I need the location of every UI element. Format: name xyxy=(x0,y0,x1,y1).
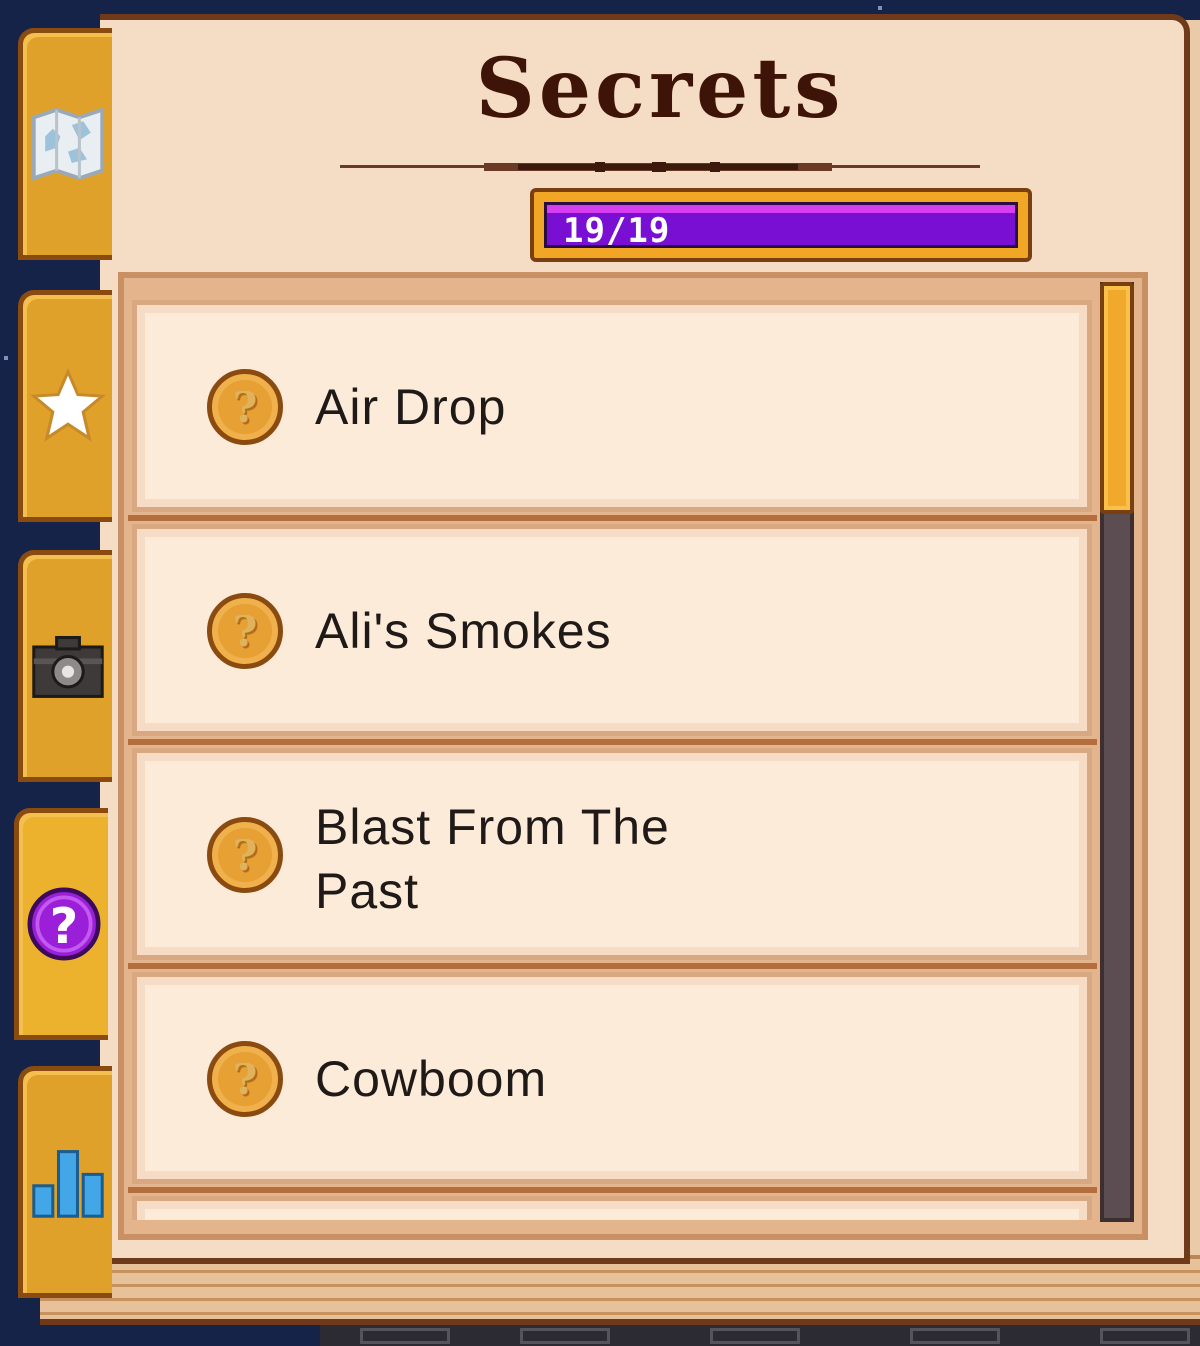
secrets-list: ? Air Drop ? Ali's Smokes ? Blast From T… xyxy=(128,290,1098,1220)
secrets-progress-bar: 19/19 xyxy=(530,188,1032,262)
tab-achievements[interactable] xyxy=(18,290,112,522)
unknown-coin-icon: ? xyxy=(207,1041,283,1117)
book-pages-bottom xyxy=(40,1255,1200,1325)
star-icon xyxy=(29,368,106,442)
question-mark-icon: ? xyxy=(27,887,100,961)
progress-track: 19/19 xyxy=(544,202,1018,251)
list-item-partial[interactable] xyxy=(132,1196,1092,1220)
unknown-coin-icon: ? xyxy=(207,369,283,445)
sky-star xyxy=(4,356,8,360)
secret-label: Cowboom xyxy=(315,1051,548,1107)
unknown-coin-icon: ? xyxy=(207,817,283,893)
list-item[interactable]: ? Air Drop xyxy=(128,300,1097,521)
floor-strip xyxy=(320,1324,1200,1346)
camera-icon xyxy=(31,635,104,698)
list-item[interactable]: ? Blast From The Past xyxy=(128,748,1097,969)
tab-map[interactable] xyxy=(18,28,112,260)
svg-text:?: ? xyxy=(49,897,78,955)
tab-secrets[interactable]: ? xyxy=(14,808,108,1040)
sky-star xyxy=(878,6,882,10)
scrollbar-thumb[interactable] xyxy=(1100,282,1134,514)
map-icon xyxy=(31,107,104,181)
secret-label-line-1: Blast From The xyxy=(315,799,670,855)
list-item[interactable]: ? Cowboom xyxy=(128,972,1097,1193)
stats-icon xyxy=(31,1150,104,1218)
progress-count: 19/19 xyxy=(563,211,671,251)
secret-label: Ali's Smokes xyxy=(315,603,612,659)
page-title: Secrets xyxy=(475,41,845,137)
list-item[interactable]: ? Ali's Smokes xyxy=(128,524,1097,745)
title-divider xyxy=(340,162,980,172)
tab-stats[interactable] xyxy=(18,1066,112,1298)
unknown-coin-icon: ? xyxy=(207,593,283,669)
tab-photos[interactable] xyxy=(18,550,112,782)
secret-label: Air Drop xyxy=(315,379,507,435)
secret-label-line-2: Past xyxy=(315,863,420,919)
